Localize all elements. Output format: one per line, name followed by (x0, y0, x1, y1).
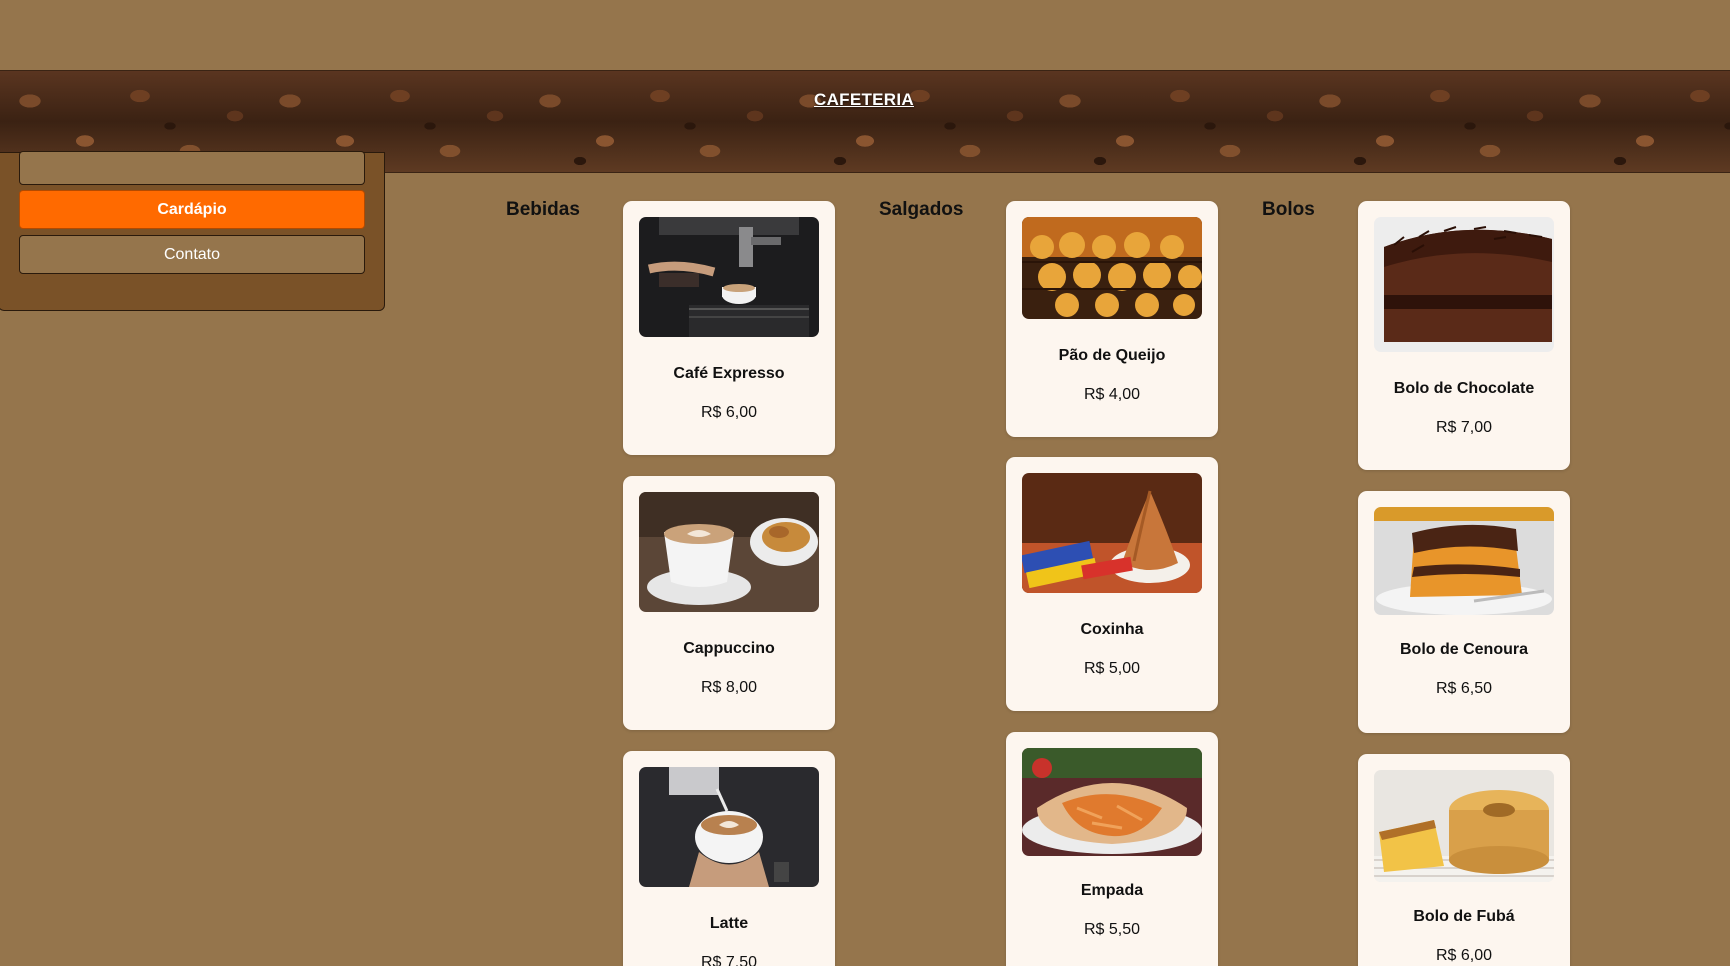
empada-photo (1022, 748, 1202, 856)
menu-item-price: R$ 6,00 (700, 404, 758, 421)
carrot-cake-photo (1374, 507, 1554, 615)
menu-card-bolo-de-chocolate[interactable]: Bolo de Chocolate R$ 7,00 (1358, 201, 1570, 470)
coxinha-photo (1022, 473, 1202, 593)
section-title-bebidas: Bebidas (506, 199, 580, 220)
cappuccino-photo (639, 492, 819, 612)
menu-item-name: Bolo de Cenoura (1399, 641, 1528, 658)
corn-cake-photo (1374, 770, 1554, 882)
sidebar-item-home[interactable] (19, 151, 365, 185)
espresso-machine-photo (639, 217, 819, 337)
menu-card-empada[interactable]: Empada R$ 5,50 (1006, 732, 1218, 966)
menu-item-name: Bolo de Chocolate (1393, 380, 1535, 397)
chocolate-cake-photo (1374, 217, 1554, 352)
menu-item-price: R$ 7,00 (1435, 419, 1493, 436)
menu-item-price: R$ 6,00 (1435, 947, 1493, 964)
menu-card-pao-de-queijo[interactable]: Pão de Queijo R$ 4,00 (1006, 201, 1218, 437)
section-title-bolos: Bolos (1262, 199, 1315, 220)
menu-card-bolo-de-fuba[interactable]: Bolo de Fubá R$ 6,00 (1358, 754, 1570, 966)
menu-card-bolo-de-cenoura[interactable]: Bolo de Cenoura R$ 6,50 (1358, 491, 1570, 733)
brand-link[interactable]: CAFETERIA (814, 90, 914, 110)
menu-item-name: Empada (1080, 882, 1144, 899)
pao-de-queijo-photo (1022, 217, 1202, 319)
menu-item-price: R$ 7,50 (700, 954, 758, 966)
menu-item-name: Bolo de Fubá (1413, 908, 1515, 925)
menu-item-price: R$ 4,00 (1083, 386, 1141, 403)
menu-card-cappuccino[interactable]: Cappuccino R$ 8,00 (623, 476, 835, 730)
menu-card-coxinha[interactable]: Coxinha R$ 5,00 (1006, 457, 1218, 711)
menu-item-price: R$ 5,00 (1083, 660, 1141, 677)
sidebar: Cardápio Contato (0, 151, 385, 311)
menu-item-name: Pão de Queijo (1058, 347, 1166, 364)
sidebar-item-contato[interactable]: Contato (19, 235, 365, 274)
menu-item-price: R$ 8,00 (700, 679, 758, 696)
section-title-salgados: Salgados (879, 199, 964, 220)
page: CAFETERIA Cardápio Contato Bebidas Café … (0, 0, 1730, 966)
latte-photo (639, 767, 819, 887)
menu-card-latte[interactable]: Latte R$ 7,50 (623, 751, 835, 966)
menu-item-name: Latte (709, 915, 749, 932)
menu-item-name: Coxinha (1080, 621, 1144, 638)
menu-item-price: R$ 5,50 (1083, 921, 1141, 938)
menu-item-name: Cappuccino (683, 640, 775, 657)
menu-card-cafe-expresso[interactable]: Café Expresso R$ 6,00 (623, 201, 835, 455)
menu-item-name: Café Expresso (673, 365, 785, 382)
sidebar-item-cardapio[interactable]: Cardápio (19, 190, 365, 229)
menu-item-price: R$ 6,50 (1435, 680, 1493, 697)
